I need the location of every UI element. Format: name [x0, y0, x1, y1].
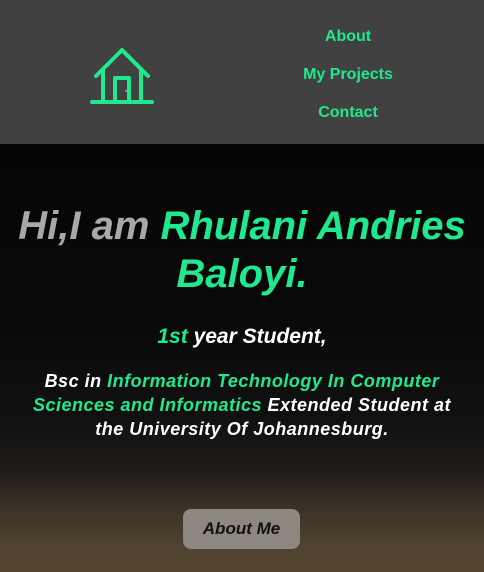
house-icon[interactable] — [88, 46, 156, 106]
portfolio-page: About My Projects Contact Hi,I am Rhulan… — [0, 0, 484, 572]
greeting-text: Hi,I am — [18, 204, 161, 248]
nav-menu: About My Projects Contact — [268, 18, 428, 132]
name-text: Rhulani Andries Baloyi. — [160, 204, 466, 296]
year-line: 1st year Student, — [0, 322, 484, 352]
program-description: Bsc in Information Technology In Compute… — [30, 369, 454, 441]
hero-section: Hi,I am Rhulani Andries Baloyi. 1st year… — [0, 144, 484, 572]
nav-link-about[interactable]: About — [325, 18, 371, 56]
navbar: About My Projects Contact — [0, 0, 484, 144]
hero-title: Hi,I am Rhulani Andries Baloyi. — [0, 202, 484, 298]
nav-link-contact[interactable]: Contact — [318, 94, 378, 132]
desc-prefix: Bsc in — [44, 371, 108, 391]
year-rest: year Student, — [187, 325, 327, 348]
about-me-button[interactable]: About Me — [183, 509, 300, 549]
nav-link-my-projects[interactable]: My Projects — [303, 56, 393, 94]
year-highlight: 1st — [157, 325, 188, 348]
